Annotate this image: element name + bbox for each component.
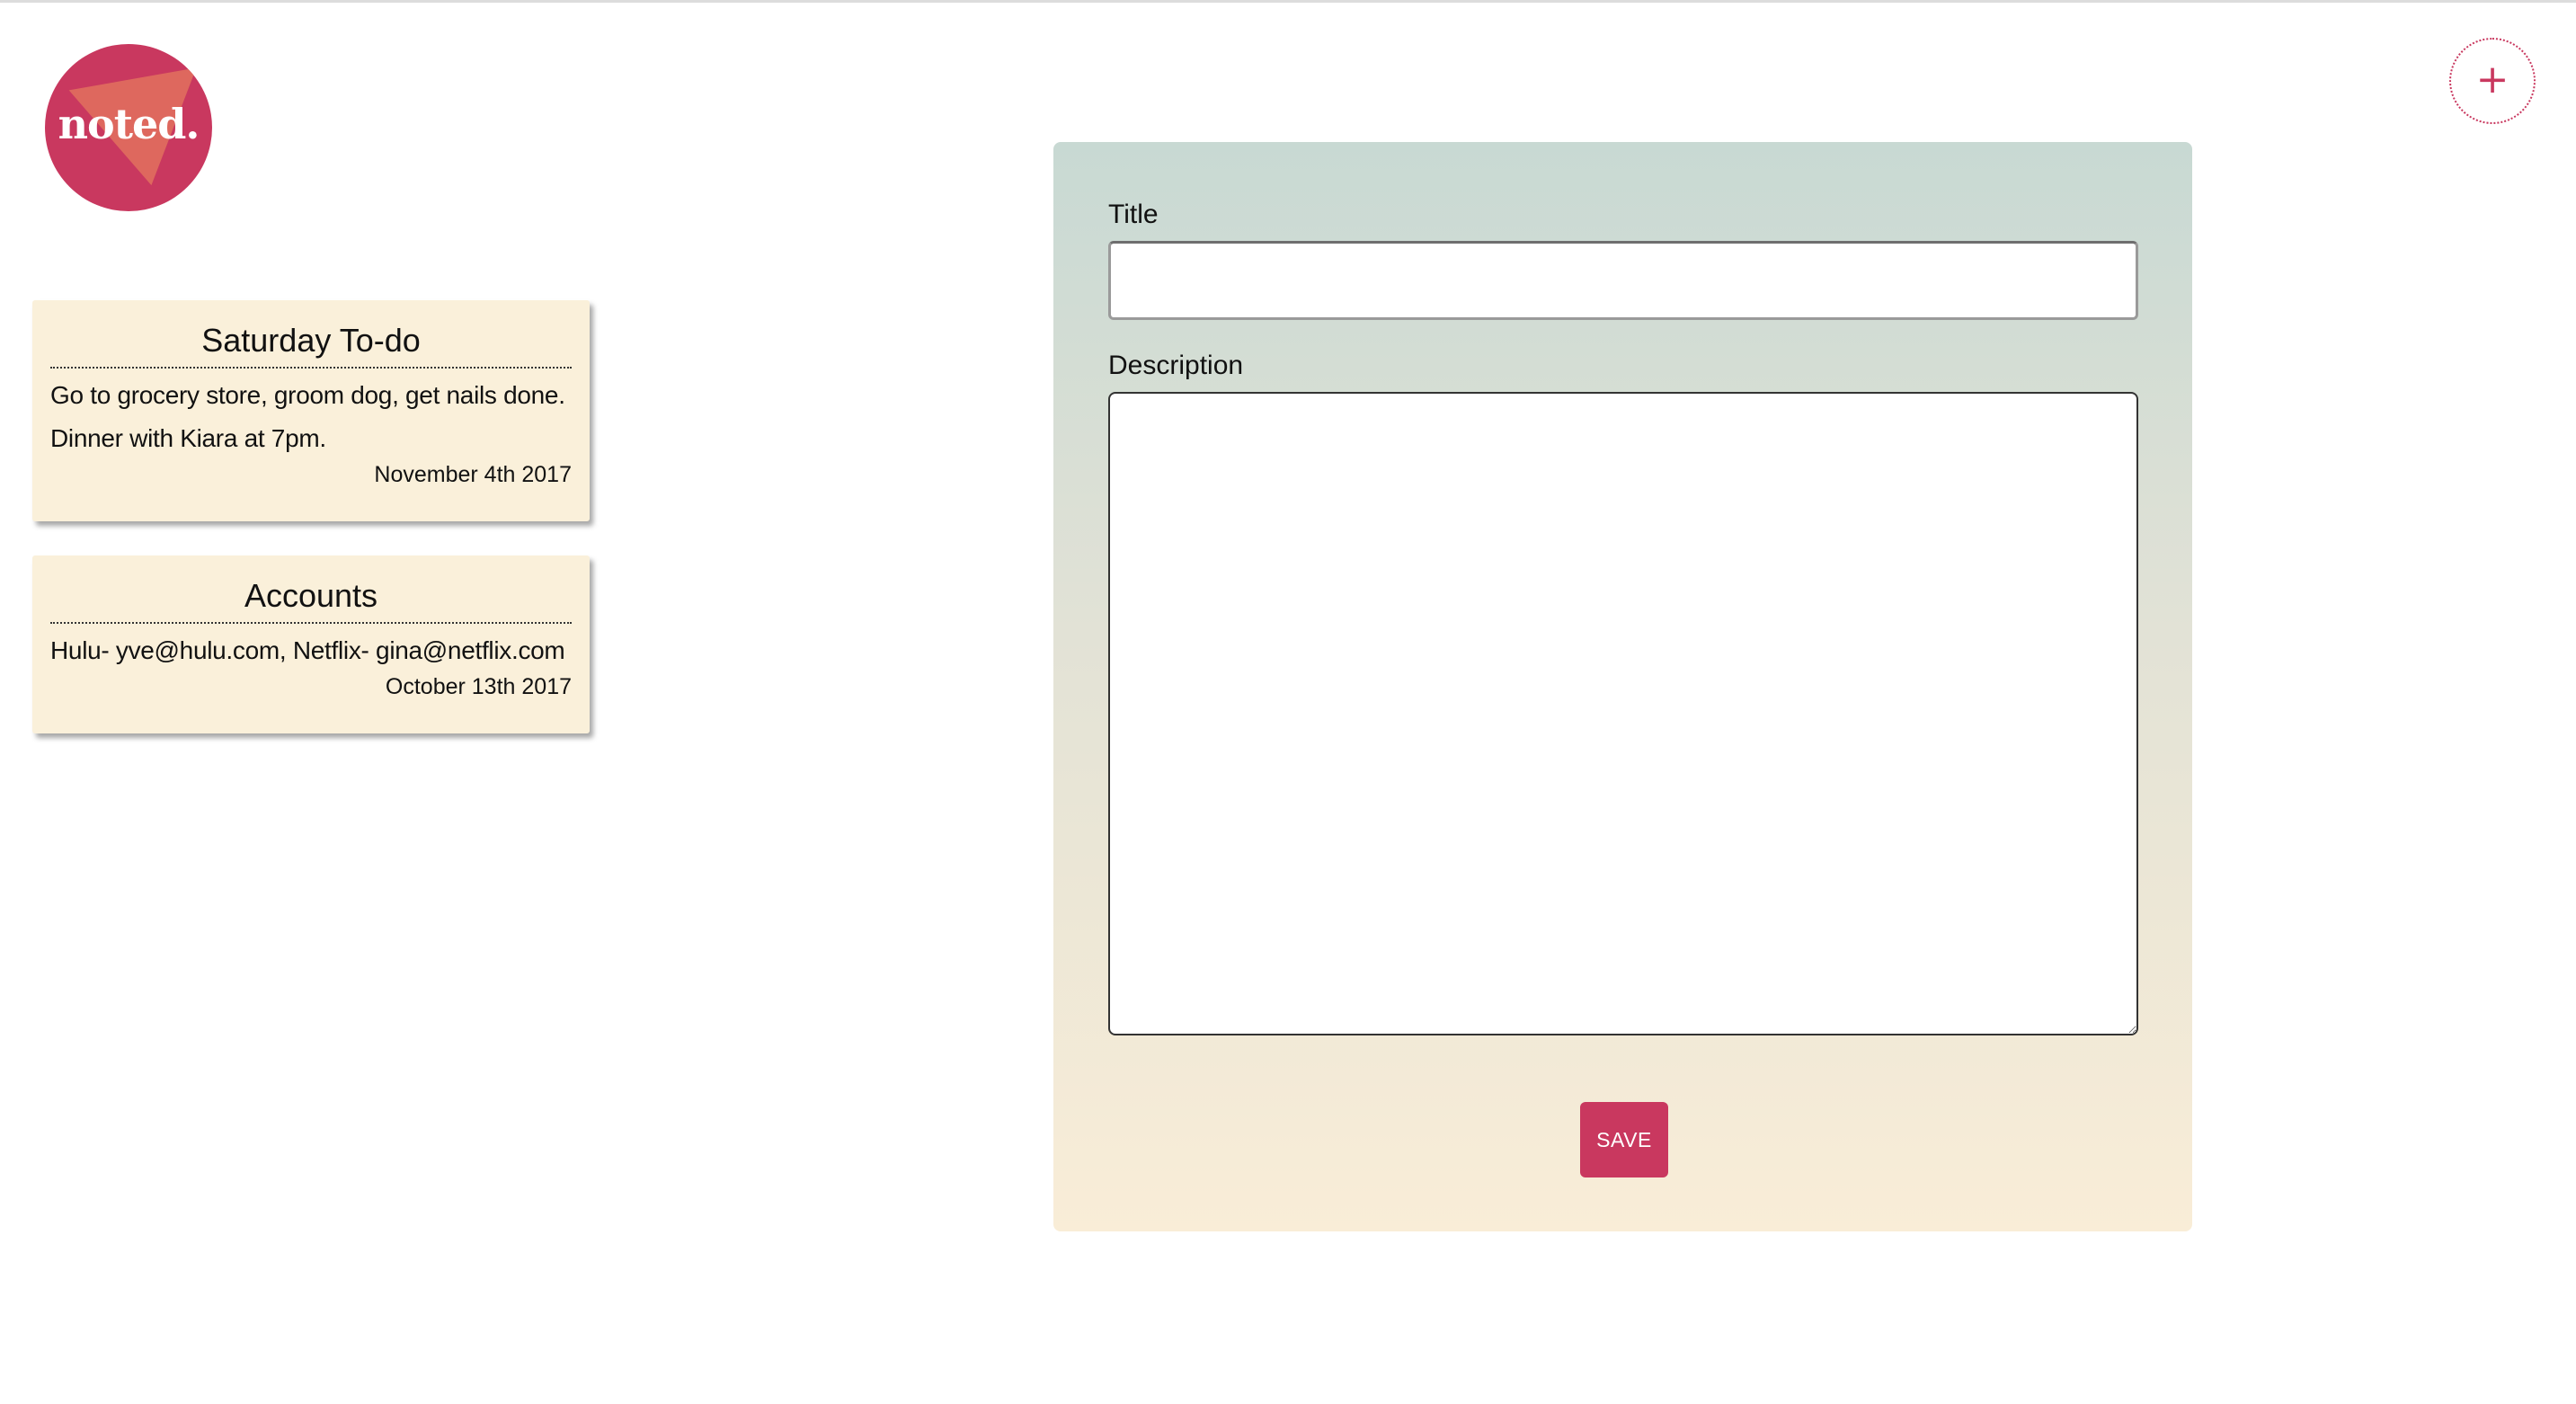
note-form: Title Description SAVE — [1053, 142, 2192, 1231]
description-label: Description — [1108, 351, 1244, 380]
save-button[interactable]: SAVE — [1580, 1102, 1668, 1177]
title-label: Title — [1108, 200, 1159, 229]
plus-icon: + — [2475, 57, 2509, 102]
note-title: Saturday To-do — [50, 322, 572, 369]
note-card[interactable]: Saturday To-do Go to grocery store, groo… — [32, 300, 590, 521]
note-description: Go to grocery store, groom dog, get nail… — [50, 381, 565, 452]
note-card[interactable]: Accounts Hulu- yve@hulu.com, Netflix- gi… — [32, 555, 590, 733]
logo-text: noted. — [58, 100, 200, 148]
top-border — [0, 0, 2576, 3]
note-date: November 4th 2017 — [374, 462, 572, 487]
note-description: Hulu- yve@hulu.com, Netflix- gina@netfli… — [50, 636, 565, 664]
add-note-button[interactable]: + — [2449, 38, 2536, 124]
description-input[interactable] — [1108, 392, 2138, 1035]
note-date: October 13th 2017 — [385, 674, 572, 699]
title-input[interactable] — [1108, 241, 2138, 320]
app-logo[interactable]: noted. — [45, 44, 212, 211]
note-title: Accounts — [50, 577, 572, 624]
